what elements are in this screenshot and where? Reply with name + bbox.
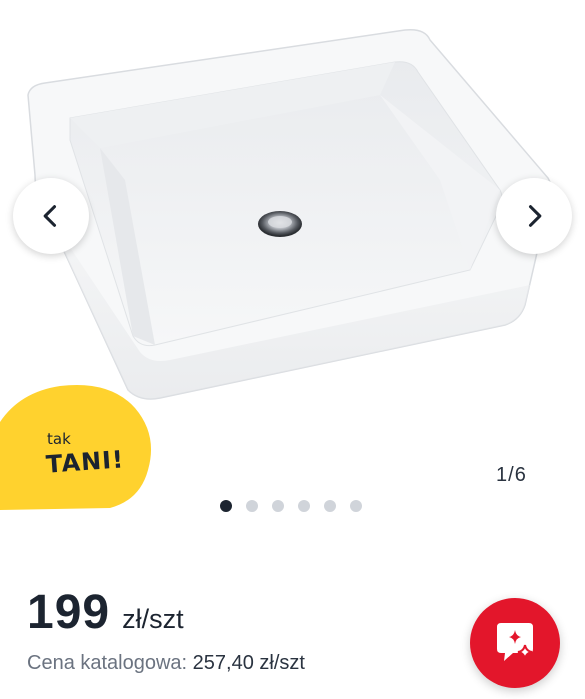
pagination-dot[interactable]: [324, 500, 336, 512]
pagination-dots: [220, 500, 362, 512]
pagination-dot[interactable]: [272, 500, 284, 512]
price-value: 199: [27, 586, 111, 639]
price: 199 zł/szt: [27, 585, 184, 640]
image-counter: 1/6: [496, 464, 526, 487]
chat-button[interactable]: [470, 598, 560, 688]
pagination-dot[interactable]: [298, 500, 310, 512]
catalog-price-value: 257,40 zł/szt: [192, 652, 305, 674]
promo-badge-small-text: tak: [47, 430, 71, 448]
promo-badge-big-text: TANI!: [45, 445, 125, 479]
price-unit: zł/szt: [122, 604, 184, 634]
image-counter-current: 1: [496, 464, 508, 486]
catalog-price: Cena katalogowa: 257,40 zł/szt: [27, 652, 305, 675]
pagination-dot[interactable]: [246, 500, 258, 512]
chevron-right-icon: [528, 205, 542, 227]
product-page: tak TANI! 1/6 199 zł/szt Cena katalogowa…: [0, 0, 585, 699]
image-counter-separator: /: [508, 464, 514, 486]
catalog-price-label: Cena katalogowa:: [27, 652, 188, 674]
previous-image-button[interactable]: [13, 178, 89, 254]
image-counter-total: 6: [514, 464, 526, 486]
next-image-button[interactable]: [496, 178, 572, 254]
product-gallery[interactable]: tak TANI! 1/6: [0, 0, 585, 530]
chevron-left-icon: [43, 205, 57, 227]
pagination-dot[interactable]: [220, 500, 232, 512]
pagination-dot[interactable]: [350, 500, 362, 512]
chat-sparkle-icon: [497, 623, 533, 661]
